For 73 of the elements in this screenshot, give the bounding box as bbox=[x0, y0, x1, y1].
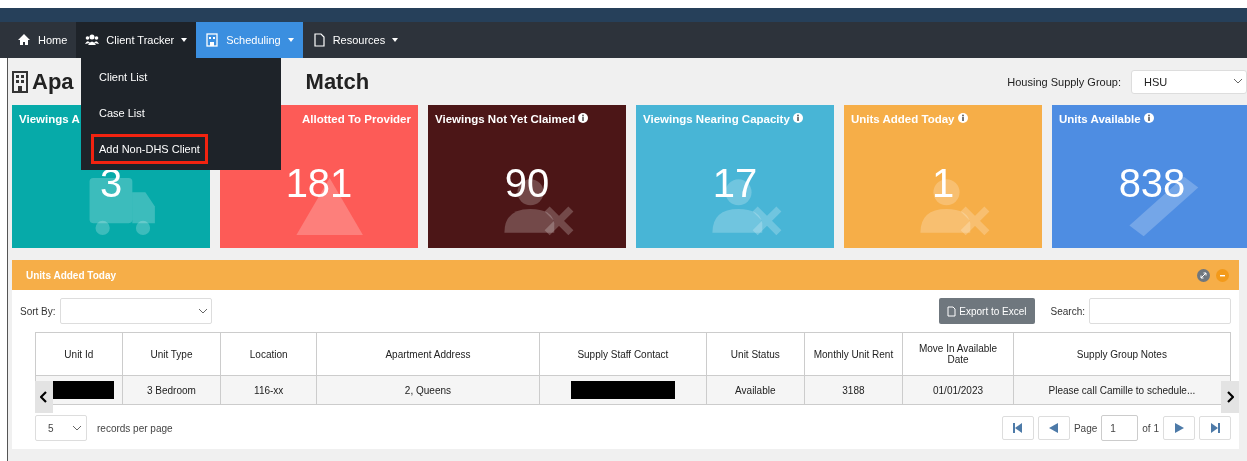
sort-label: Sort By: bbox=[20, 305, 56, 317]
search-field[interactable] bbox=[1089, 298, 1231, 324]
page-count: of 1 bbox=[1142, 422, 1159, 434]
export-button[interactable]: Export to Excel bbox=[939, 298, 1035, 324]
group-select[interactable]: HSU bbox=[1131, 69, 1247, 94]
nav-tab[interactable]: Resources bbox=[302, 22, 408, 58]
last-page-icon bbox=[1210, 423, 1220, 433]
search-label: Search: bbox=[1050, 305, 1085, 317]
triangle-right-icon bbox=[1174, 423, 1184, 433]
menu-item[interactable]: Add Non-DHS Client bbox=[91, 134, 208, 164]
table-cell: 01/01/2023 bbox=[902, 375, 1014, 405]
nav-tab[interactable]: Client Tracker bbox=[76, 22, 197, 58]
nav-tab[interactable]: Home bbox=[8, 22, 77, 58]
chevron-right-icon bbox=[1226, 391, 1234, 403]
expand-icon[interactable] bbox=[1197, 268, 1210, 282]
home-icon bbox=[17, 33, 31, 47]
last-page-button[interactable] bbox=[1199, 416, 1231, 440]
column-header: Supply Staff Contact bbox=[539, 332, 707, 376]
column-header: Location bbox=[220, 332, 317, 376]
document-icon bbox=[311, 33, 326, 47]
column-header: Unit Status bbox=[706, 332, 805, 376]
menu-item[interactable]: Case List bbox=[91, 98, 153, 128]
page-size-label: records per page bbox=[97, 422, 173, 434]
card-value: 1 bbox=[931, 162, 955, 203]
scroll-right-button[interactable] bbox=[1221, 381, 1239, 413]
chevron-down-icon bbox=[198, 308, 207, 314]
column-header: Unit Type bbox=[122, 332, 221, 376]
table-cell: 116-xx bbox=[220, 375, 317, 405]
card-title: Units Available bbox=[1059, 113, 1141, 125]
card-value: 90 bbox=[504, 162, 550, 203]
card-value: 17 bbox=[712, 162, 758, 203]
card-value: 181 bbox=[285, 162, 353, 203]
card-value: 3 bbox=[99, 162, 123, 203]
column-header: Monthly Unit Rent bbox=[804, 332, 903, 376]
card-title: Units Added Today bbox=[851, 113, 955, 125]
panel-title: Units Added Today bbox=[26, 269, 116, 281]
document-icon bbox=[947, 305, 957, 317]
table-cell: Available bbox=[706, 375, 805, 405]
scroll-left-button[interactable] bbox=[35, 381, 53, 413]
chevron-down-icon bbox=[1234, 79, 1242, 84]
info-icon[interactable] bbox=[578, 113, 589, 123]
page-title: Match bbox=[305, 68, 370, 95]
column-header: Supply Group Notes bbox=[1013, 332, 1231, 376]
page-size-select[interactable]: 5 bbox=[35, 415, 87, 441]
table-cell: 3188 bbox=[804, 375, 903, 405]
card-title: Viewings Not Yet Claimed bbox=[435, 113, 576, 125]
column-header: Apartment Address bbox=[316, 332, 540, 376]
page-title: Apa bbox=[32, 68, 74, 95]
first-page-button[interactable] bbox=[1001, 416, 1034, 440]
building-icon bbox=[12, 70, 28, 93]
page-field[interactable]: 1 bbox=[1101, 415, 1139, 441]
previous-page-button[interactable] bbox=[1037, 416, 1070, 440]
card-title: Allotted To Provider bbox=[301, 113, 411, 125]
card-title: Viewings Nearing Capacity bbox=[643, 113, 790, 125]
first-page-icon bbox=[1013, 423, 1023, 433]
column-header: Move In Available Date bbox=[902, 332, 1014, 376]
triangle-left-icon bbox=[1049, 423, 1059, 433]
users-icon bbox=[85, 33, 100, 47]
caret-icon bbox=[287, 38, 294, 42]
column-header: Unit Id bbox=[35, 332, 123, 376]
next-page-button[interactable] bbox=[1163, 416, 1195, 440]
filter-label: Housing Supply Group: bbox=[1007, 75, 1121, 88]
table-cell: 3 Bedroom bbox=[122, 375, 221, 405]
chevron-down-icon bbox=[73, 425, 81, 431]
building-icon bbox=[205, 33, 220, 47]
chevron-left-icon bbox=[40, 391, 48, 403]
caret-icon bbox=[392, 38, 399, 42]
menu-item[interactable]: Client List bbox=[91, 62, 156, 92]
card-title: Viewings A bbox=[19, 113, 80, 125]
page-label: Page bbox=[1073, 422, 1098, 434]
table-cell: 2, Queens bbox=[316, 375, 540, 405]
caret-icon bbox=[181, 38, 188, 42]
card-value: 838 bbox=[1118, 162, 1186, 203]
